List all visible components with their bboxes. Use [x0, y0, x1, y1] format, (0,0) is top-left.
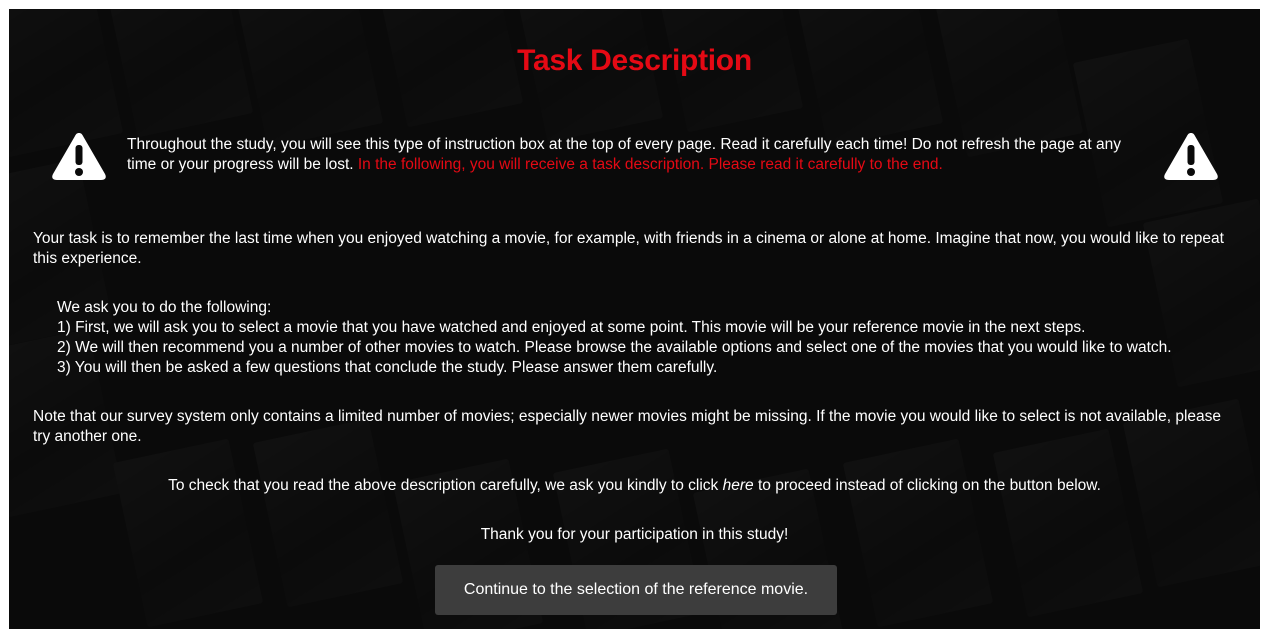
step-item-2: 2) We will then recommend you a number o… — [57, 339, 1172, 356]
instruction-warning-text: In the following, you will receive a tas… — [357, 156, 943, 173]
page-frame: Task Description Throughout the study, y… — [9, 9, 1260, 629]
attention-check-before: To check that you read the above descrip… — [168, 477, 723, 494]
task-paragraph: Your task is to remember the last time w… — [33, 230, 1224, 267]
warning-triangle-icon — [1164, 133, 1218, 180]
step-item-3: 3) You will then be asked a few question… — [57, 359, 718, 376]
continue-button[interactable]: Continue to the selection of the referen… — [435, 565, 837, 615]
steps-intro: We ask you to do the following: — [57, 299, 272, 316]
instruction-box-text: Throughout the study, you will see this … — [127, 135, 1147, 175]
steps-list: We ask you to do the following: 1) First… — [57, 298, 1247, 378]
step-item-1: 1) First, we will ask you to select a mo… — [57, 319, 1086, 336]
thanks-text: Thank you for your participation in this… — [480, 526, 789, 543]
task-description-content: Task Description Throughout the study, y… — [9, 9, 1260, 629]
attention-check-after: to proceed instead of clicking on the bu… — [753, 477, 1101, 494]
warning-triangle-icon — [52, 133, 106, 180]
here-link[interactable]: here — [723, 477, 754, 494]
page-title: Task Description — [517, 44, 752, 77]
attention-check-text: To check that you read the above descrip… — [9, 476, 1260, 496]
note-paragraph: Note that our survey system only contain… — [33, 408, 1222, 445]
